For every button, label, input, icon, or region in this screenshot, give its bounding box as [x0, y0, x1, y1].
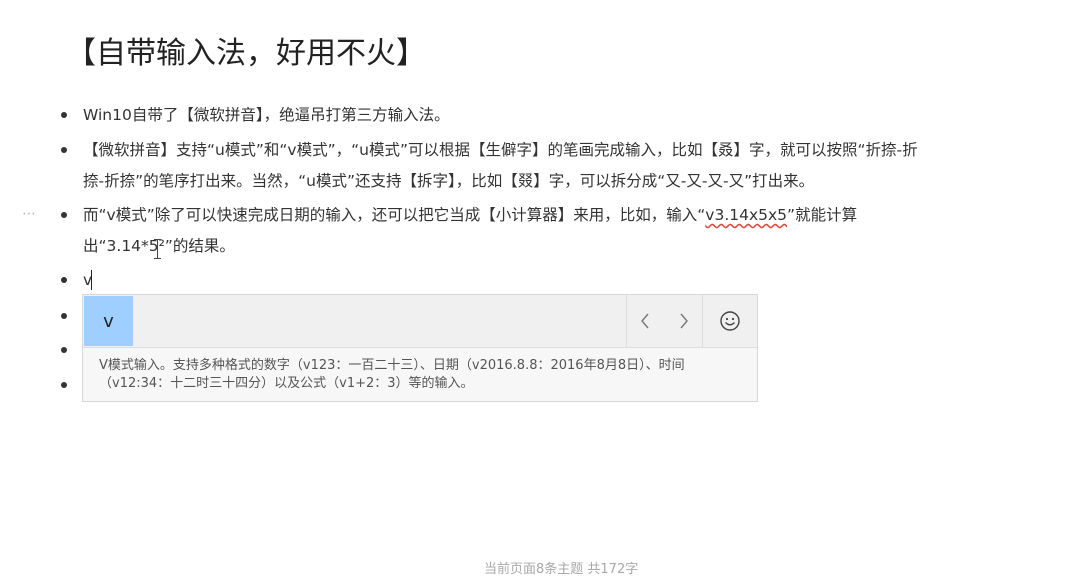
bullet-dot — [61, 147, 67, 153]
list-item[interactable]: Win10自带了【微软拼音】，绝逼吊打第三方输入法。 — [83, 100, 1073, 131]
text-segment: 而“v模式”除了可以快速完成日期的输入，还可以把它当成【小计算器】来用，比如，输… — [83, 206, 706, 224]
list-item-line: 捺-折捺”的笔序打出来。当然，“u模式”还支持【拆字】，比如【叕】字，可以拆分成… — [83, 172, 815, 190]
list-item-line: 而“v模式”除了可以快速完成日期的输入，还可以把它当成【小计算器】来用，比如，输… — [83, 200, 1073, 231]
bullet-dot — [61, 112, 67, 118]
bullet-dot — [61, 382, 67, 388]
smiley-icon — [720, 311, 740, 331]
status-bar-text: 当前页面8条主题 共172字 — [484, 562, 639, 577]
ibeam-cursor-top — [154, 239, 161, 240]
bullet-dot — [61, 277, 67, 283]
ime-description: V模式输入。支持多种格式的数字（v123：一百二十三）、日期（v2016.8.8… — [99, 358, 685, 391]
chevron-right-icon — [680, 313, 688, 329]
ime-candidate-bar: v — [83, 295, 757, 348]
bullet-list: Win10自带了【微软拼音】，绝逼吊打第三方输入法。 【微软拼音】支持“u模式”… — [0, 0, 1078, 573]
text-caret — [91, 270, 92, 290]
spellcheck-underlined-text: v3.14x5x5 — [705, 206, 788, 224]
list-item[interactable]: 【微软拼音】支持“u模式”和“v模式”，“u模式”可以根据【生僻字】的笔画完成输… — [83, 135, 1073, 197]
chevron-left-icon — [641, 313, 649, 329]
list-item-line: 出“3.14*5²”的结果。 — [83, 237, 235, 255]
bullet-dot — [61, 212, 67, 218]
text-segment: ”就能计算 — [787, 206, 858, 224]
prev-page-button[interactable] — [626, 295, 664, 347]
list-item-editing[interactable]: v — [83, 265, 1073, 296]
bullet-dot — [61, 313, 67, 319]
ibeam-cursor-bottom — [154, 258, 161, 259]
ime-candidate-window: v V模式输入。支持多种格式的数字（v123：一百二十三）、日期（v2016.8… — [82, 294, 758, 402]
ibeam-cursor-icon — [157, 239, 158, 259]
list-item[interactable]: 而“v模式”除了可以快速完成日期的输入，还可以把它当成【小计算器】来用，比如，输… — [83, 200, 1073, 262]
list-item-line: 【微软拼音】支持“u模式”和“v模式”，“u模式”可以根据【生僻字】的笔画完成输… — [83, 141, 918, 159]
list-item-text: Win10自带了【微软拼音】，绝逼吊打第三方输入法。 — [83, 106, 450, 124]
ime-candidate-item[interactable]: v — [84, 296, 133, 346]
drag-handle-icon[interactable]: ⋯ — [22, 206, 37, 222]
emoji-button[interactable] — [703, 295, 757, 347]
bullet-dot — [61, 347, 67, 353]
next-page-button[interactable] — [665, 295, 703, 347]
